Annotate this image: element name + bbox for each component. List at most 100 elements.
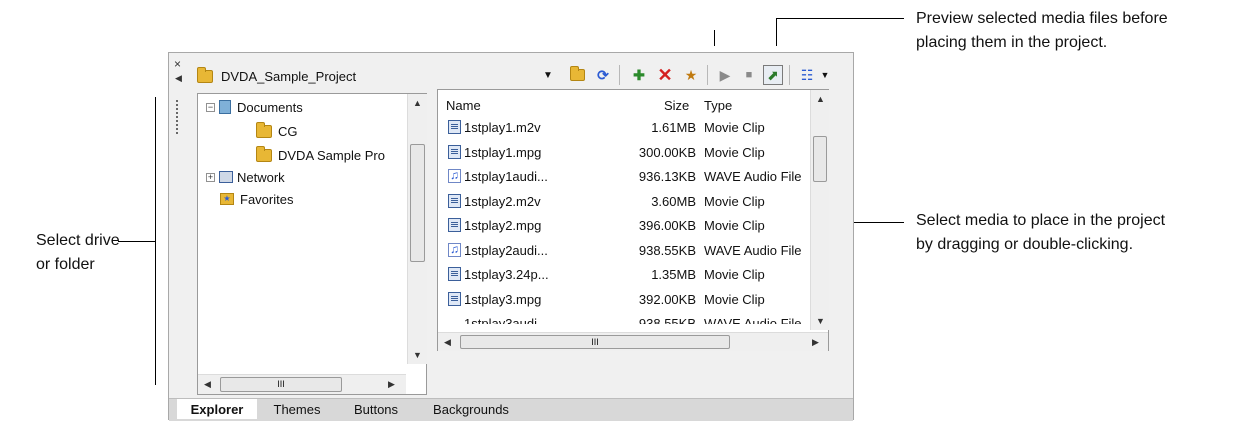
file-row[interactable]: 1stplay3.mpg 392.00KB Movie Clip — [446, 290, 830, 312]
movie-file-icon — [448, 144, 461, 159]
tab-explorer[interactable]: Explorer — [177, 399, 257, 419]
toolbar-separator — [707, 65, 708, 85]
scroll-up-icon[interactable]: ▲ — [413, 98, 422, 108]
file-list[interactable]: Name Size Type 1stplay1.m2v 1.61MB Movie C… — [437, 89, 829, 351]
tab-themes[interactable]: Themes — [261, 399, 333, 419]
chevron-down-icon[interactable]: ▼ — [543, 70, 553, 81]
tree-item-network[interactable]: + Network — [206, 168, 285, 186]
callout-select-drive-leader — [118, 241, 156, 242]
chevron-down-icon[interactable]: ▼ — [815, 65, 835, 85]
new-folder-icon[interactable]: ✚ — [629, 65, 649, 85]
file-row[interactable]: 1stplay1.m2v 1.61MB Movie Clip — [446, 118, 830, 140]
file-name: 1stplay3.mpg — [464, 291, 542, 307]
file-name: 1stplay2.m2v — [464, 193, 541, 209]
file-type: WAVE Audio File — [704, 169, 802, 184]
file-size: 300.00KB — [638, 144, 696, 160]
dock-grip-icon[interactable] — [175, 99, 179, 135]
scroll-right-icon[interactable]: ▶ — [812, 337, 819, 348]
callout-preview-leader-drop — [776, 18, 777, 46]
window-tab-bar: Explorer Themes Buttons Backgrounds — [169, 398, 853, 421]
file-name: 1stplay1audi... — [464, 169, 548, 184]
view-options-icon[interactable]: ☷ — [797, 65, 817, 85]
folder-icon — [256, 145, 272, 162]
scroll-left-icon[interactable]: ◀ — [444, 337, 451, 348]
file-row[interactable]: 1stplay2.m2v 3.60MB Movie Clip — [446, 192, 830, 214]
column-header-size[interactable]: Size — [664, 98, 689, 113]
file-row[interactable]: 1stplay2.mpg 396.00KB Movie Clip — [446, 216, 830, 238]
column-header-type[interactable]: Type — [704, 98, 732, 113]
tree-item-documents[interactable]: − Documents — [206, 98, 303, 116]
file-row[interactable]: 1stplay3.24p... 1.35MB Movie Clip — [446, 265, 830, 287]
file-row[interactable]: 1stplay2audi... 938.55KB WAVE Audio File — [446, 241, 830, 263]
callout-select-media-line2: by dragging or double-clicking. — [916, 236, 1134, 253]
tab-buttons[interactable]: Buttons — [339, 399, 413, 419]
file-type: Movie Clip — [704, 218, 765, 233]
path-text: DVDA_Sample_Project — [221, 68, 357, 84]
scroll-thumb[interactable] — [410, 144, 425, 262]
stop-icon[interactable]: ■ — [739, 65, 759, 85]
tree-item-cg[interactable]: CG — [256, 121, 298, 140]
file-size: 1.61MB — [651, 120, 696, 135]
tree-item-favorites[interactable]: ★ Favorites — [220, 190, 293, 208]
scroll-right-icon[interactable]: ▶ — [388, 379, 395, 390]
movie-file-icon — [448, 193, 461, 208]
scroll-grip: III — [591, 337, 599, 347]
path-combobox[interactable]: DVDA_Sample_Project — [197, 64, 557, 88]
tree-horizontal-scrollbar[interactable]: ◀ III ▶ — [198, 374, 406, 394]
callout-select-media-line1: Select media to place in the project — [916, 212, 1166, 229]
file-size: 938.55KB — [638, 242, 696, 258]
file-type: Movie Clip — [704, 120, 765, 135]
movie-file-icon — [448, 120, 461, 134]
file-row-partial[interactable]: 1stplay3audi... 938.55KB WAVE Audio File — [446, 314, 830, 324]
callout-select-drive-line2: or folder — [36, 256, 95, 273]
movie-file-icon — [448, 291, 461, 306]
file-row[interactable]: 1stplay1audi... 936.13KB WAVE Audio File — [446, 167, 830, 189]
refresh-icon[interactable]: ⟳ — [593, 65, 613, 85]
toolbar-separator — [789, 65, 790, 85]
file-name: 1stplay2.mpg — [464, 218, 542, 233]
list-horizontal-scrollbar[interactable]: ◀ III ▶ — [438, 332, 828, 351]
file-row[interactable]: 1stplay1.mpg 300.00KB Movie Clip — [446, 143, 830, 165]
file-size: 392.00KB — [638, 291, 696, 307]
file-size: 396.00KB — [638, 218, 696, 233]
folder-tree[interactable]: − Documents CG DVDA Sample Pro + Network… — [197, 93, 427, 395]
scroll-down-icon[interactable]: ▼ — [816, 316, 825, 326]
scroll-thumb[interactable] — [813, 136, 827, 182]
tab-backgrounds[interactable]: Backgrounds — [417, 399, 525, 419]
file-type: Movie Clip — [704, 144, 765, 160]
scroll-up-icon[interactable]: ▲ — [816, 94, 825, 104]
tree-vertical-scrollbar[interactable]: ▲ ▼ — [407, 94, 427, 364]
explorer-window: × ◀ DVDA_Sample_Project ▼ ⟳ ✚ ✕ ★ ▶ ■ ⬈ … — [168, 52, 854, 421]
favorites-icon: ★ — [220, 193, 234, 205]
audio-file-icon — [448, 242, 461, 257]
delete-icon[interactable]: ✕ — [655, 65, 675, 85]
scroll-left-icon[interactable]: ◀ — [204, 379, 211, 390]
file-type: Movie Clip — [704, 291, 765, 307]
collapse-icon[interactable]: − — [206, 102, 215, 112]
file-type: WAVE Audio File — [704, 242, 802, 258]
column-header-name[interactable]: Name — [446, 98, 481, 113]
scroll-down-icon[interactable]: ▼ — [413, 350, 422, 360]
callout-preview-line1: Preview selected media files before — [916, 10, 1168, 27]
collapse-arrow-icon[interactable]: ◀ — [175, 73, 182, 84]
list-vertical-scrollbar[interactable]: ▲ ▼ — [810, 90, 829, 330]
file-type: Movie Clip — [704, 193, 765, 209]
file-type: Movie Clip — [704, 267, 765, 282]
up-folder-icon[interactable] — [567, 65, 587, 85]
scroll-thumb[interactable]: III — [460, 335, 730, 349]
tree-item-dvda-sample[interactable]: DVDA Sample Pro — [256, 145, 385, 164]
expand-icon[interactable]: + — [206, 172, 215, 182]
tree-item-label: CG — [278, 123, 298, 139]
file-name: 1stplay3.24p... — [464, 267, 549, 282]
add-favorite-icon[interactable]: ★ — [681, 65, 701, 85]
file-name: 1stplay1.m2v — [464, 120, 541, 135]
auto-preview-icon[interactable]: ⬈ — [763, 65, 783, 85]
file-type: WAVE Audio File — [704, 316, 802, 324]
close-icon[interactable]: × — [174, 57, 181, 71]
file-size: 936.13KB — [638, 169, 696, 184]
scroll-thumb[interactable]: III — [220, 377, 342, 392]
tree-item-label: Documents — [237, 99, 303, 115]
play-icon[interactable]: ▶ — [715, 65, 735, 85]
scroll-grip: III — [277, 379, 285, 389]
callout-preview-leader — [776, 18, 904, 19]
